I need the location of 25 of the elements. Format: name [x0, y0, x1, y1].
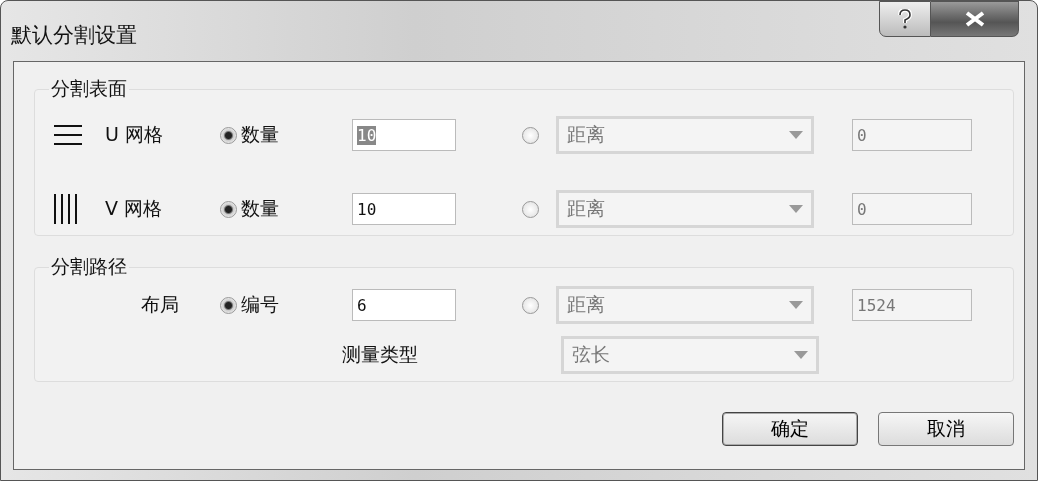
- window-title: 默认分割设置: [11, 22, 137, 49]
- dropdown-arrow-icon: [789, 205, 803, 213]
- radio-option[interactable]: 数量: [220, 196, 352, 222]
- radio-option[interactable]: 编号: [220, 292, 352, 318]
- help-button[interactable]: [879, 1, 931, 37]
- dropdown-arrow-icon: [794, 351, 808, 359]
- close-icon: [963, 11, 986, 27]
- question-mark-icon: [898, 9, 912, 29]
- count-field[interactable]: 10: [352, 119, 456, 151]
- row-label: U 网格: [105, 122, 164, 147]
- dialog-button[interactable]: 确定: [722, 412, 858, 446]
- row-label: 布局: [140, 292, 180, 317]
- group-title: 分割路径: [50, 254, 128, 279]
- count-field[interactable]: 6: [352, 289, 456, 321]
- row-label: V 网格: [105, 196, 164, 221]
- horizontal-lines-icon: [53, 124, 83, 146]
- dropdown-arrow-icon: [789, 131, 803, 139]
- group-title: 分割表面: [50, 76, 128, 101]
- dialog-button[interactable]: 取消: [878, 412, 1014, 446]
- close-button[interactable]: [931, 1, 1019, 37]
- dropdown-arrow-icon: [789, 301, 803, 309]
- vertical-lines-icon: [53, 193, 79, 225]
- radio-option[interactable]: 数量: [220, 122, 352, 148]
- measure-label: 测量类型: [342, 342, 419, 367]
- count-field[interactable]: 10: [352, 193, 456, 225]
